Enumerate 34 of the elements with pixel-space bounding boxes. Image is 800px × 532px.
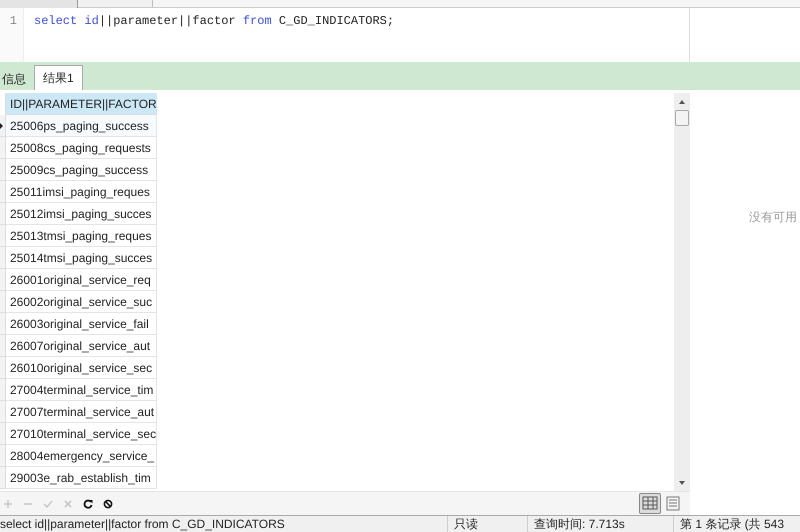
table-cell: 25008cs_paging_requests: [6, 137, 157, 159]
scrollbar[interactable]: [674, 93, 690, 491]
status-mode: 只读: [454, 516, 478, 532]
empty-message: 没有可用: [748, 209, 798, 226]
table-cell: 28004emergency_service_: [6, 445, 157, 467]
result-tab[interactable]: 结果1: [34, 65, 83, 90]
table-cell: 25012imsi_paging_succes: [6, 203, 157, 225]
table-cell: 25009cs_paging_success: [6, 159, 157, 181]
table-cell: 27010terminal_service_sec: [6, 423, 157, 445]
status-record: 第 1 条记录 (共 543: [680, 516, 784, 532]
row-selector[interactable]: [0, 115, 6, 137]
refresh-icon[interactable]: [83, 498, 93, 508]
table-cell: 26002original_service_suc: [6, 291, 157, 313]
table-cell: 27007terminal_service_aut: [6, 401, 157, 423]
grid-view-icon[interactable]: [639, 493, 661, 514]
table-cell: 26010original_service_sec: [6, 357, 157, 379]
table-cell: 27004terminal_service_tim: [6, 379, 157, 401]
table-cell: 25006ps_paging_success: [6, 115, 157, 137]
table-cell: 25013tmsi_paging_reques: [6, 225, 157, 247]
sql-editor[interactable]: select id||parameter||factor from C_GD_INDICATORS;: [24, 8, 689, 62]
table-cell: 26003original_service_fail: [6, 313, 157, 335]
table-cell: 26001original_service_req: [6, 269, 157, 291]
column-header[interactable]: ID||PARAMETER||FACTOR: [6, 93, 157, 115]
line-number: 1: [10, 13, 17, 30]
status-query: select id||parameter||factor from C_GD_INDICATORS: [0, 516, 285, 532]
stop-icon[interactable]: [103, 498, 113, 508]
table-cell: 26007original_service_aut: [6, 335, 157, 357]
table-cell: 29003e_rab_establish_tim: [6, 467, 157, 489]
scroll-down-icon[interactable]: [679, 481, 685, 485]
table-cell: 25014tmsi_paging_succes: [6, 247, 157, 269]
status-query-time: 查询时间: 7.713s: [534, 516, 625, 532]
scroll-up-icon[interactable]: [679, 100, 685, 104]
table-cell: 25011imsi_paging_reques: [6, 181, 157, 203]
scroll-thumb[interactable]: [675, 110, 689, 126]
